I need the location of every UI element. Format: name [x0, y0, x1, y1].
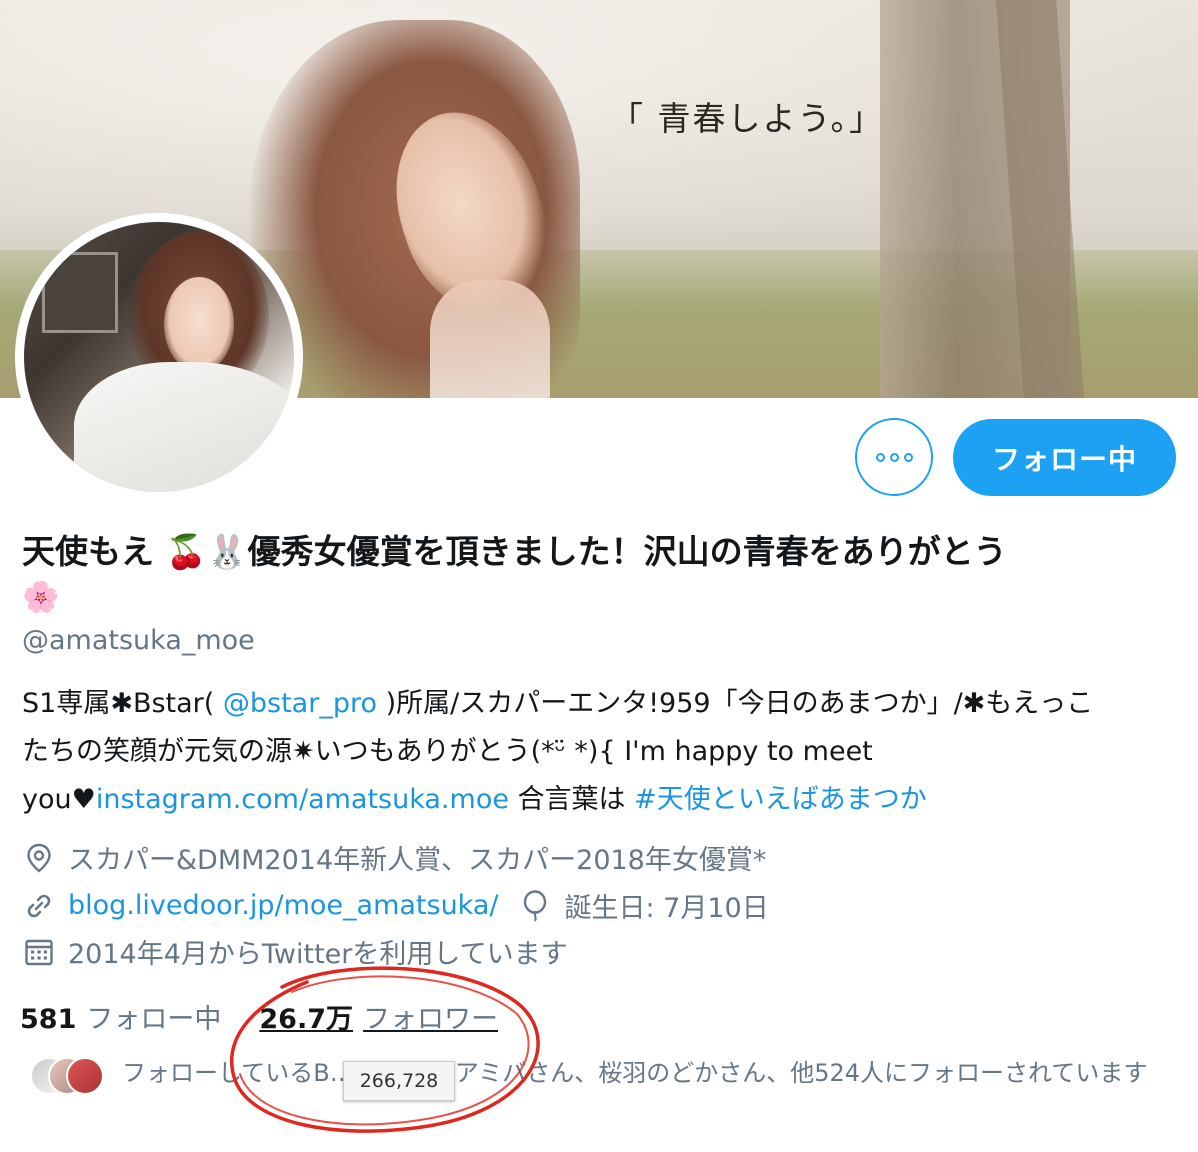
joined-text: 2014年4月からTwitterを利用しています: [68, 939, 568, 970]
website-link[interactable]: blog.livedoor.jp/moe_amatsuka/: [68, 890, 498, 921]
following-label: フォロー中: [86, 1004, 222, 1035]
bio-line-3: you♥instagram.com/amatsuka.moe 合言葉は #天使と…: [22, 776, 1182, 824]
following-count: 581: [20, 1004, 77, 1035]
mini-avatar: [66, 1057, 104, 1095]
instagram-link[interactable]: instagram.com/amatsuka.moe: [96, 784, 509, 815]
avatar-bg-frame: [42, 252, 118, 333]
more-options-button[interactable]: [855, 418, 933, 496]
following-button[interactable]: フォロー中: [953, 419, 1176, 496]
bio-line-2: たちの笑顔が元気の源✷いつもありがとう(*ᵕ̈ *){ I'm happy to…: [22, 736, 873, 767]
profile-bio: S1専属✱Bstar( @bstar_pro )所属/スカパーエンタ!959「今…: [22, 680, 1182, 824]
balloon-icon: [518, 889, 552, 923]
joined-row: 2014年4月からTwitterを利用しています: [22, 932, 568, 971]
following-stat[interactable]: 581 フォロー中: [20, 997, 221, 1036]
location-row: スカパー&DMM2014年新人賞、スカパー2018年女優賞*: [22, 838, 766, 877]
website-birthday-row: blog.livedoor.jp/moe_amatsuka/ 誕生日: 7月10…: [22, 886, 769, 925]
bio-line-1: S1専属✱Bstar( @bstar_pro )所属/スカパーエンタ!959「今…: [22, 680, 1182, 728]
hashtag-link[interactable]: #天使といえばあまつか: [634, 784, 927, 815]
followers-label: フォロワー: [363, 1004, 498, 1035]
mention-link[interactable]: @bstar_pro: [223, 688, 377, 719]
profile-avatar[interactable]: [15, 213, 303, 501]
username-handle: @amatsuka_moe: [22, 625, 255, 656]
birthday-text: 誕生日: 7月10日: [564, 893, 769, 924]
follower-avatars: [30, 1057, 104, 1095]
followers-count: 26.7万: [259, 1004, 353, 1035]
location-pin-icon: [22, 841, 56, 875]
bio-text: )所属/スカパーエンタ!959「今日のあまつか」/✱もえっこ: [377, 688, 1094, 719]
profile-stats: 581 フォロー中 26.7万 フォロワー: [20, 997, 498, 1036]
more-dots-icon: [875, 452, 913, 462]
followers-stat[interactable]: 26.7万 フォロワー: [259, 997, 498, 1036]
display-name: 天使もえ 🍒🐰優秀女優賞を頂きました！沢山の青春をありがとう: [22, 532, 1007, 571]
avatar-face: [164, 277, 234, 372]
location-text: スカパー&DMM2014年新人賞、スカパー2018年女優賞*: [68, 845, 767, 876]
banner-quote: 「 青春しよう。」: [610, 99, 885, 138]
calendar-icon: [22, 935, 56, 969]
link-icon: [22, 889, 56, 923]
followed-by-text: フォローしているB… ージャーアミバさん、桜羽のどかさん、他524人にフォローさ…: [122, 1059, 1148, 1087]
avatar-sheet: [74, 362, 294, 492]
bio-text: S1専属✱Bstar(: [22, 688, 223, 719]
display-name-emoji: 🌸: [22, 580, 60, 615]
bio-text: 合言葉は: [508, 784, 635, 815]
followers-tooltip: 266,728: [343, 1061, 455, 1101]
red-circle-annotation: [230, 966, 540, 1133]
bio-text: you♥: [22, 784, 96, 815]
banner-person-neck: [430, 280, 550, 398]
avatar-image: [24, 222, 294, 492]
